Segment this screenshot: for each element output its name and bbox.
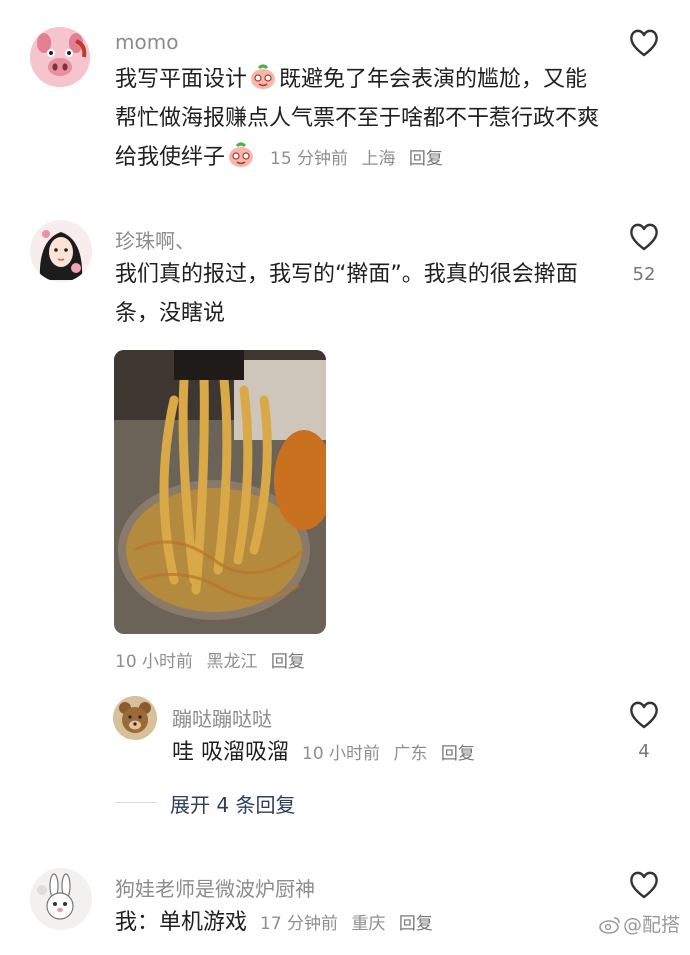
comment-text: 我：单机游戏 — [115, 910, 248, 935]
comment-text-part1: 我写平面设计 — [115, 67, 248, 92]
comment-2: 珍珠啊、 我们真的报过，我写的“擀面”。我真的很会擀面条，没瞎说 10 小时前 … — [0, 200, 690, 680]
reply-comment: 蹦哒蹦哒哒 哇 吸溜吸溜 10 小时前 广东 回复 4 — [0, 690, 690, 800]
pig-avatar[interactable] — [30, 27, 90, 87]
username[interactable]: 蹦哒蹦哒哒 — [172, 703, 272, 732]
watermark-text: @配搭 — [622, 914, 680, 936]
expand-replies-button[interactable]: 展开 4 条回复 — [170, 789, 295, 818]
comment-3: 狗娃老师是微波炉厨神 我：单机游戏 17 分钟前 重庆 回复 — [0, 860, 690, 955]
peach-face-emoji-icon — [227, 141, 255, 169]
comment-time: 15 分钟前 — [270, 149, 349, 169]
reply-button[interactable]: 回复 — [271, 652, 305, 672]
heart-icon[interactable] — [628, 28, 660, 58]
comment-location: 上海 — [361, 149, 396, 169]
username[interactable]: 狗娃老师是微波炉厨神 — [115, 873, 315, 902]
comment-meta: 10 小时前 黑龙江 回复 — [115, 647, 313, 672]
comment-meta: 15 分钟前 上海 回复 — [270, 149, 451, 169]
comment-location: 重庆 — [351, 914, 386, 934]
bear-avatar[interactable] — [113, 696, 157, 740]
comment-meta: 17 分钟前 重庆 回复 — [260, 914, 441, 934]
comment-text-row: 我：单机游戏 17 分钟前 重庆 回复 — [115, 903, 441, 944]
noodle-photo[interactable] — [114, 350, 326, 634]
watermark: @配搭 — [599, 910, 680, 937]
comment-time: 10 小时前 — [115, 652, 194, 672]
rabbit-avatar[interactable] — [30, 868, 92, 930]
username[interactable]: 珍珠啊、 — [115, 225, 195, 254]
weibo-logo-icon — [599, 917, 620, 934]
comment-text: 我写平面设计 既避免了年会表演的尴尬，又能帮忙做海报赚点人气票不至于啥都不干惹行政… — [115, 60, 605, 179]
comment-time: 17 分钟前 — [260, 914, 339, 934]
reply-text-row: 哇 吸溜吸溜 10 小时前 广东 回复 — [172, 733, 483, 774]
comment-time: 10 小时前 — [302, 744, 381, 764]
heart-icon[interactable] — [628, 870, 660, 900]
username[interactable]: momo — [115, 30, 178, 54]
reply-text: 哇 吸溜吸溜 — [172, 740, 289, 765]
peach-face-emoji-icon — [249, 63, 277, 91]
like-count: 52 — [632, 264, 656, 285]
girl-avatar[interactable] — [30, 220, 92, 282]
like-count: 4 — [638, 741, 650, 762]
heart-icon[interactable] — [628, 222, 660, 252]
reply-button[interactable]: 回复 — [441, 744, 475, 764]
heart-icon[interactable] — [628, 700, 660, 730]
comment-location: 广东 — [393, 744, 428, 764]
reply-button[interactable]: 回复 — [399, 914, 433, 934]
reply-button[interactable]: 回复 — [409, 149, 443, 169]
comment-1: momo 我写平面设计 既避免了年会表演的尴尬，又能帮忙做海报赚点人气票不至于啥都… — [0, 0, 690, 200]
comment-location: 黑龙江 — [206, 652, 258, 672]
expand-divider — [115, 802, 157, 803]
comment-meta: 10 小时前 广东 回复 — [302, 744, 483, 764]
comment-text: 我们真的报过，我写的“擀面”。我真的很会擀面条，没瞎说 — [115, 262, 578, 326]
